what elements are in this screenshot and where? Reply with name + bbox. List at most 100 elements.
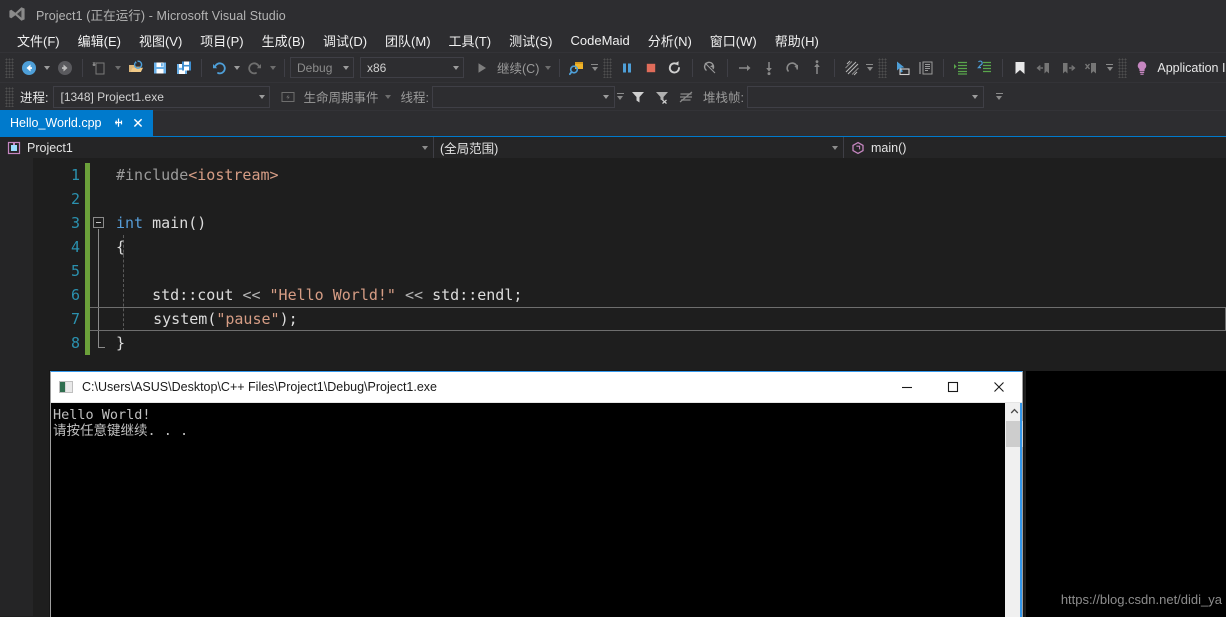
comment-selection-icon[interactable] — [914, 57, 938, 79]
menu-item-help[interactable]: 帮助(H) — [766, 29, 828, 52]
continue-button-icon[interactable] — [470, 57, 494, 79]
menu-item-debug[interactable]: 调试(D) — [314, 29, 376, 52]
step-out-icon[interactable] — [805, 57, 829, 79]
navigate-back-icon[interactable] — [17, 57, 41, 79]
code-line-8[interactable]: } — [90, 331, 1226, 355]
hot-reload-overflow-icon[interactable] — [864, 57, 875, 79]
menu-item-tools[interactable]: 工具(T) — [440, 29, 501, 52]
redo-dropdown[interactable] — [267, 57, 279, 79]
line-number: 5 — [70, 262, 80, 280]
step-return-icon[interactable] — [781, 57, 805, 79]
code-token: { — [116, 238, 126, 256]
toolbar-separator — [834, 58, 836, 77]
stack-frame-combo[interactable] — [746, 85, 984, 108]
menu-item-edit[interactable]: 编辑(E) — [69, 29, 130, 52]
pause-icon[interactable] — [615, 57, 639, 79]
code-line-2[interactable] — [90, 187, 1226, 211]
minimize-icon[interactable] — [884, 372, 930, 402]
bookmark-icon[interactable] — [1008, 57, 1032, 79]
pointer-select-icon[interactable] — [890, 57, 914, 79]
open-file-icon[interactable] — [124, 57, 148, 79]
menu-item-view[interactable]: 视图(V) — [130, 29, 191, 52]
console-window[interactable]: C:\Users\ASUS\Desktop\C++ Files\Project1… — [50, 371, 1023, 617]
step-into-icon[interactable] — [757, 57, 781, 79]
continue-label[interactable]: 继续(C) — [494, 58, 542, 77]
close-icon[interactable]: ✕ — [129, 114, 146, 132]
toolbar-grip[interactable] — [603, 57, 613, 78]
navigate-back-dropdown[interactable] — [41, 57, 53, 79]
maximize-icon[interactable] — [930, 372, 976, 402]
continue-dropdown[interactable] — [542, 57, 554, 79]
menu-item-project[interactable]: 项目(P) — [191, 29, 252, 52]
line-number: 7 — [70, 310, 80, 328]
console-title-text: C:\Users\ASUS\Desktop\C++ Files\Project1… — [82, 380, 438, 394]
code-line-4[interactable]: { — [90, 235, 1226, 259]
thread-overflow-icon[interactable] — [615, 86, 626, 108]
clear-bookmarks-icon[interactable] — [1080, 57, 1104, 79]
toolbar-separator — [1002, 58, 1004, 77]
lightbulb-icon[interactable] — [1130, 57, 1154, 79]
close-icon[interactable] — [976, 372, 1022, 402]
member-combo[interactable]: main() — [844, 137, 1226, 158]
code-token: "Hello World!" — [269, 286, 396, 304]
bookmarks-overflow-icon[interactable] — [1104, 57, 1115, 79]
filter-icon[interactable] — [626, 86, 650, 108]
code-line-7[interactable]: system("pause"); — [90, 307, 1226, 331]
save-all-icon[interactable] — [172, 57, 196, 79]
stop-icon[interactable] — [639, 57, 663, 79]
toolbar-grip[interactable] — [1118, 57, 1128, 78]
lifecycle-events-label[interactable]: 生命周期事件 — [300, 87, 381, 106]
solution-platform-combo[interactable]: x86 — [360, 57, 464, 78]
hot-reload-icon[interactable] — [840, 57, 864, 79]
attach-overflow-icon[interactable] — [589, 57, 600, 79]
increase-indent-icon[interactable] — [949, 57, 973, 79]
member-scope-combo[interactable]: (全局范围) — [434, 137, 844, 158]
pin-icon[interactable] — [110, 114, 128, 132]
visual-studio-window: Project1 (正在运行) - Microsoft Visual Studi… — [0, 0, 1226, 617]
debug-toolbar-overflow-icon[interactable] — [994, 86, 1005, 108]
next-bookmark-icon[interactable] — [1056, 57, 1080, 79]
redo-icon[interactable] — [243, 57, 267, 79]
toolbar-grip[interactable] — [878, 57, 888, 78]
menu-item-team[interactable]: 团队(M) — [376, 29, 440, 52]
thread-combo[interactable] — [431, 85, 615, 108]
menu-item-file[interactable]: 文件(F) — [8, 29, 69, 52]
project-scope-combo[interactable]: Project1 — [0, 137, 434, 158]
solution-configuration-combo[interactable]: Debug — [290, 57, 354, 78]
save-icon[interactable] — [148, 57, 172, 79]
undo-dropdown[interactable] — [231, 57, 243, 79]
step-over-icon[interactable] — [733, 57, 757, 79]
show-next-statement-icon[interactable] — [698, 57, 722, 79]
chevron-down-icon — [448, 66, 463, 70]
menu-item-test[interactable]: 测试(S) — [500, 29, 561, 52]
menu-item-codemaid[interactable]: CodeMaid — [561, 31, 638, 50]
toolbar-grip[interactable] — [5, 86, 14, 107]
menu-item-build[interactable]: 生成(B) — [253, 29, 314, 52]
lifecycle-events-icon[interactable] — [276, 86, 300, 108]
code-line-3[interactable]: int main() — [90, 211, 1226, 235]
attach-to-process-icon[interactable] — [565, 57, 589, 79]
previous-bookmark-icon[interactable] — [1032, 57, 1056, 79]
disable-filter-icon[interactable] — [674, 86, 698, 108]
restart-icon[interactable] — [663, 57, 687, 79]
decrease-indent-icon[interactable] — [973, 57, 997, 79]
code-line-6[interactable]: std::cout << "Hello World!" << std::endl… — [90, 283, 1226, 307]
process-combo[interactable]: [1348] Project1.exe — [53, 85, 271, 108]
new-item-icon[interactable] — [88, 57, 112, 79]
editor-breakpoint-margin[interactable] — [0, 158, 33, 616]
code-line-5[interactable] — [90, 259, 1226, 283]
new-item-dropdown[interactable] — [112, 57, 124, 79]
undo-icon[interactable] — [207, 57, 231, 79]
console-output-area[interactable]: Hello World! 请按任意键继续. . . — [51, 403, 1023, 617]
menu-item-window[interactable]: 窗口(W) — [701, 29, 766, 52]
navigate-forward-icon[interactable] — [53, 57, 77, 79]
tab-hello-world-cpp[interactable]: Hello_World.cpp ✕ — [0, 110, 154, 136]
console-title-bar[interactable]: C:\Users\ASUS\Desktop\C++ Files\Project1… — [51, 372, 1022, 403]
lifecycle-events-dropdown[interactable] — [382, 86, 394, 108]
line-number: 4 — [70, 238, 80, 256]
application-insights-label[interactable]: Application Insights — [1154, 61, 1226, 75]
toolbar-grip[interactable] — [5, 57, 14, 78]
code-line-1[interactable]: #include<iostream> — [90, 163, 1226, 187]
menu-item-analyze[interactable]: 分析(N) — [639, 29, 701, 52]
clear-filter-icon[interactable] — [650, 86, 674, 108]
